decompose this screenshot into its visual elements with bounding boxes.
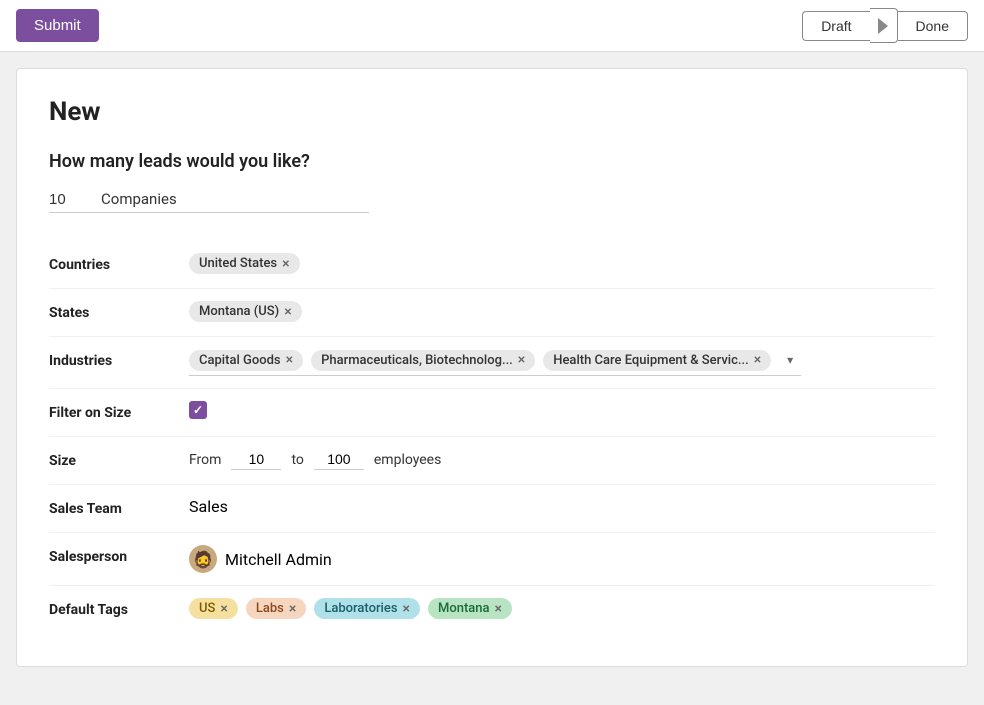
tag-label: Pharmaceuticals, Biotechnolog... [321, 353, 513, 368]
countries-value: United States × [189, 253, 935, 274]
avatar-emoji: 🧔 [193, 550, 213, 569]
tag-labs: Labs × [246, 598, 306, 619]
filter-on-size-value: ✓ [189, 401, 935, 419]
tag-label: Labs [256, 601, 284, 616]
section-question: How many leads would you like? [49, 151, 935, 172]
submit-button[interactable]: Submit [16, 9, 99, 42]
remove-montana-icon[interactable]: × [284, 305, 291, 319]
leads-row: Companies [49, 190, 369, 213]
size-to-input[interactable] [314, 449, 364, 470]
default-tags-row: Default Tags US × Labs × Laboratories × [49, 586, 935, 634]
size-value: From to employees [189, 449, 935, 470]
top-bar: Submit Draft Done [0, 0, 984, 52]
remove-labs-tag-icon[interactable]: × [289, 602, 296, 616]
remove-health-care-icon[interactable]: × [754, 353, 761, 367]
salesperson-name: Mitchell Admin [225, 550, 332, 569]
industries-value: Capital Goods × Pharmaceuticals, Biotech… [189, 349, 935, 376]
size-from-label: From [189, 452, 221, 468]
industries-row: Industries Capital Goods × Pharmaceutica… [49, 337, 935, 389]
size-label: Size [49, 449, 189, 469]
states-row: States Montana (US) × [49, 289, 935, 337]
states-value: Montana (US) × [189, 301, 935, 322]
salesperson-row: Salesperson 🧔 Mitchell Admin [49, 533, 935, 586]
leads-type-label: Companies [101, 190, 177, 208]
tag-laboratories: Laboratories × [314, 598, 420, 619]
remove-montana-tag-icon[interactable]: × [495, 602, 502, 616]
tag-label: United States [199, 256, 277, 271]
industries-label: Industries [49, 349, 189, 369]
states-label: States [49, 301, 189, 321]
tag-label: Health Care Equipment & Servic... [553, 353, 748, 368]
remove-us-tag-icon[interactable]: × [220, 602, 227, 616]
tag-label: Capital Goods [199, 353, 281, 368]
remove-laboratories-tag-icon[interactable]: × [403, 602, 410, 616]
size-from-input[interactable] [231, 449, 281, 470]
tag-label: Montana (US) [199, 304, 279, 319]
tag-label: Laboratories [324, 601, 397, 616]
status-arrow-chevron [870, 8, 898, 43]
tag-montana: Montana (US) × [189, 301, 302, 322]
size-suffix: employees [374, 452, 441, 468]
default-tags-label: Default Tags [49, 598, 189, 618]
countries-row: Countries United States × [49, 241, 935, 289]
done-button[interactable]: Done [898, 11, 968, 41]
remove-capital-goods-icon[interactable]: × [286, 353, 293, 367]
sales-team-value: Sales [189, 497, 935, 516]
avatar: 🧔 [189, 545, 217, 573]
size-to-label: to [291, 452, 303, 468]
filter-on-size-checkbox[interactable]: ✓ [189, 401, 207, 419]
default-tags-value: US × Labs × Laboratories × Montana × [189, 598, 935, 619]
leads-count-input[interactable] [49, 191, 89, 208]
filter-on-size-label: Filter on Size [49, 401, 189, 421]
industries-dropdown-button[interactable]: ▾ [779, 349, 801, 371]
salesperson-label: Salesperson [49, 545, 189, 565]
sales-team-row: Sales Team Sales [49, 485, 935, 533]
page-title: New [49, 97, 935, 127]
salesperson-value: 🧔 Mitchell Admin [189, 545, 935, 573]
status-bar: Draft Done [802, 8, 968, 43]
tag-label: US [199, 601, 215, 616]
tag-health-care: Health Care Equipment & Servic... × [543, 350, 771, 371]
tag-united-states: United States × [189, 253, 300, 274]
filter-on-size-row: Filter on Size ✓ [49, 389, 935, 437]
content-card: New How many leads would you like? Compa… [16, 68, 968, 667]
remove-pharmaceuticals-icon[interactable]: × [518, 353, 525, 367]
tag-pharmaceuticals: Pharmaceuticals, Biotechnolog... × [311, 350, 535, 371]
industries-tags-row: Capital Goods × Pharmaceuticals, Biotech… [189, 349, 801, 376]
countries-label: Countries [49, 253, 189, 273]
size-row: Size From to employees [49, 437, 935, 485]
sales-team-text: Sales [189, 497, 228, 516]
chevron-right-icon [878, 18, 888, 34]
sales-team-label: Sales Team [49, 497, 189, 517]
remove-united-states-icon[interactable]: × [282, 257, 289, 271]
size-inputs: From to employees [189, 449, 441, 470]
form-rows: Countries United States × States Montana… [49, 241, 935, 634]
tag-montana-default: Montana × [428, 598, 512, 619]
draft-button[interactable]: Draft [802, 11, 869, 41]
page-wrapper: Submit Draft Done New How many leads wou… [0, 0, 984, 705]
checkmark-icon: ✓ [193, 403, 203, 417]
salesperson-info: 🧔 Mitchell Admin [189, 545, 332, 573]
tag-us: US × [189, 598, 238, 619]
tag-label: Montana [438, 601, 490, 616]
tag-capital-goods: Capital Goods × [189, 350, 303, 371]
